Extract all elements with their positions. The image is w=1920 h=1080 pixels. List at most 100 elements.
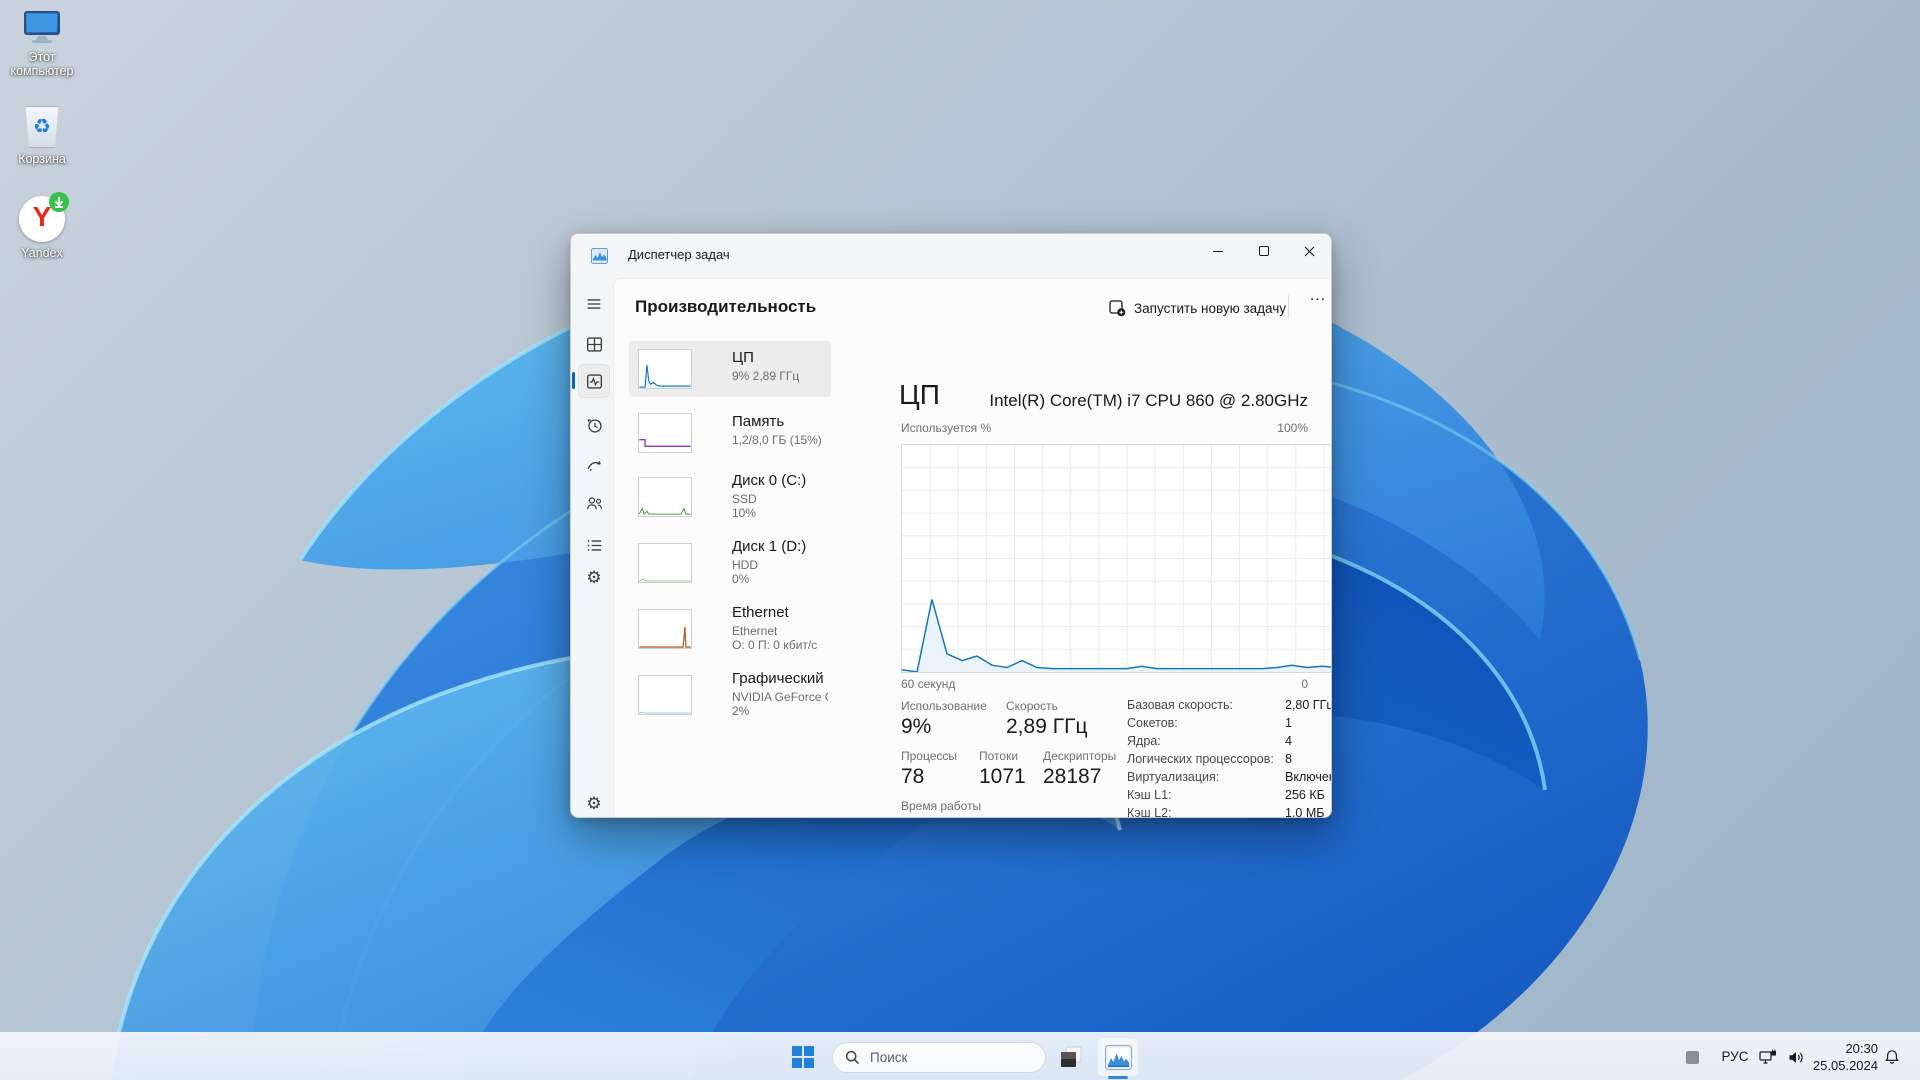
notifications-button[interactable] xyxy=(1882,1048,1902,1066)
disk0-thumbnail xyxy=(638,477,692,517)
taskbar-task-manager-button[interactable] xyxy=(1097,1037,1139,1077)
stat-label: Скорость xyxy=(1006,699,1058,713)
network-ethernet-icon xyxy=(1759,1049,1776,1064)
stat-label: Дескрипторы xyxy=(1043,749,1117,763)
stat-value-processes: 78 xyxy=(901,765,925,788)
spec-value: Включено xyxy=(1285,770,1331,784)
spec-label: Кэш L2: xyxy=(1127,806,1172,818)
settings-button[interactable]: ⚙ xyxy=(584,794,604,814)
desktop-icon-this-pc[interactable]: Этот компьютер xyxy=(0,10,84,78)
stat-label: Использование xyxy=(901,699,987,713)
spec-value: 2,80 ГГц xyxy=(1285,698,1332,712)
stat-value-threads: 1071 xyxy=(979,765,1026,788)
cpu-usage-graph[interactable] xyxy=(901,444,1332,673)
memory-mini-graph xyxy=(639,438,691,447)
desktop-icon-label: Этот компьютер xyxy=(10,50,74,78)
disk0-mini-graph xyxy=(639,507,691,516)
nav-performance[interactable] xyxy=(584,371,604,391)
volume-tray-button[interactable] xyxy=(1786,1048,1806,1066)
graph-y-axis-label: Используется % xyxy=(901,421,992,435)
perf-item-sub: Ethernet xyxy=(732,624,778,638)
stat-label: Процессы xyxy=(901,749,958,763)
stat-value-uptime: 0:00:01:13 xyxy=(901,815,996,817)
stat-label: Время работы xyxy=(901,799,982,813)
nav-details[interactable] xyxy=(584,535,604,555)
task-manager-taskbar-icon xyxy=(1104,1044,1132,1070)
desktop-icon-label: Корзина xyxy=(18,152,66,166)
nav-users[interactable] xyxy=(584,493,604,513)
gray-square-icon xyxy=(1685,1050,1699,1064)
clock-time: 20:30 xyxy=(1845,1041,1878,1056)
spec-label: Кэш L1: xyxy=(1127,788,1172,802)
desktop-icon-recycle-bin[interactable]: ♻ Корзина xyxy=(0,106,84,166)
nav-processes[interactable] xyxy=(584,334,604,354)
perf-item-name: Диск 1 (D:) xyxy=(732,538,807,555)
processes-icon xyxy=(586,336,602,352)
taskbar-clock[interactable]: 20:30 25.05.2024 xyxy=(1813,1040,1878,1074)
run-new-task-label: Запустить новую задачу xyxy=(1134,300,1287,316)
desktop-icon-label: Yandex xyxy=(21,246,63,260)
header-separator xyxy=(1288,295,1289,319)
nav-menu-button[interactable] xyxy=(584,294,604,314)
minimize-icon xyxy=(1213,250,1223,252)
graph-max-label: 100% xyxy=(1277,421,1308,435)
more-options-button[interactable]: ... xyxy=(1300,287,1331,305)
spec-value: 4 xyxy=(1285,734,1292,748)
spec-value: 8 xyxy=(1285,752,1292,766)
perf-item-sub: 9% 2,89 ГГц xyxy=(732,369,800,383)
gpu-mini-graph xyxy=(639,711,691,714)
stat-value-handles: 28187 xyxy=(1043,765,1102,788)
perf-item-name: Память xyxy=(732,413,785,430)
start-button[interactable] xyxy=(789,1044,817,1070)
close-button[interactable] xyxy=(1287,234,1331,268)
stat-value-speed: 2,89 ГГц xyxy=(1006,715,1088,738)
download-badge-icon xyxy=(49,192,69,212)
yandex-icon: Y xyxy=(19,192,69,242)
language-indicator[interactable]: РУС xyxy=(1715,1049,1755,1064)
maximize-button[interactable] xyxy=(1241,234,1287,268)
perf-item-sub2: 0% xyxy=(732,572,750,586)
spec-value: 256 КБ xyxy=(1285,788,1325,802)
nav-app-history[interactable] xyxy=(584,415,604,435)
taskbar-search[interactable]: Поиск xyxy=(832,1042,1046,1073)
startup-icon xyxy=(587,460,601,471)
graph-x-right-label: 0 xyxy=(1301,677,1308,691)
services-gear-icon: ⚙ xyxy=(586,567,602,588)
perf-item-cpu[interactable]: ЦП 9% 2,89 ГГц xyxy=(629,341,831,397)
desktop-icon-yandex[interactable]: Y Yandex xyxy=(0,192,84,260)
taskbar: Поиск РУС 20:30 25.05.2024 xyxy=(0,1032,1920,1080)
cpu-full-name: Intel(R) Core(TM) i7 CPU 860 @ 2.80GHz xyxy=(989,391,1308,410)
this-pc-icon xyxy=(24,11,60,43)
perf-item-gpu[interactable]: Графический про NVIDIA GeForce GTX 660 2… xyxy=(629,664,831,726)
spec-value: 1,0 МБ xyxy=(1285,806,1325,818)
performance-icon xyxy=(586,373,602,389)
language-label: РУС xyxy=(1721,1049,1749,1064)
perf-item-sub: NVIDIA GeForce GTX 660 xyxy=(732,690,828,704)
network-tray-button[interactable] xyxy=(1758,1048,1778,1066)
perf-item-disk1[interactable]: Диск 1 (D:) HDD 0% xyxy=(629,532,831,594)
run-new-task-button[interactable]: Запустить новую задачу xyxy=(1109,296,1286,320)
tray-app-icon[interactable] xyxy=(1685,1050,1699,1064)
page-title: Производительность xyxy=(635,297,817,316)
nav-services[interactable]: ⚙ xyxy=(584,568,604,588)
perf-item-sub2: О: 0 П: 0 кбит/с xyxy=(732,638,818,652)
perf-item-sub2: 2% xyxy=(732,704,750,718)
recycle-arrows-glyph: ♻ xyxy=(33,116,51,138)
perf-item-disk0[interactable]: Диск 0 (C:) SSD 10% xyxy=(629,466,831,528)
minimize-button[interactable] xyxy=(1195,234,1241,268)
desktop: Этот компьютер ♻ Корзина Y Yandex Диспет… xyxy=(0,0,1920,1080)
taskbar-app-button[interactable] xyxy=(1056,1042,1086,1072)
content-card: Производительность Запустить новую задач… xyxy=(613,278,1331,817)
perf-item-name: Графический про xyxy=(732,670,828,687)
perf-item-memory[interactable]: Память 1,2/8,0 ГБ (15%) xyxy=(629,405,831,461)
cpu-mini-graph xyxy=(639,365,691,388)
perf-item-ethernet[interactable]: Ethernet Ethernet О: 0 П: 0 кбит/с xyxy=(629,598,831,660)
perf-item-name: ЦП xyxy=(732,349,754,366)
nav-startup-apps[interactable] xyxy=(584,455,604,475)
spec-label: Виртуализация: xyxy=(1127,770,1220,784)
task-manager-window: Диспетчер задач ⚙ ⚙ Производительность З… xyxy=(570,233,1332,818)
perf-item-sub2: 10% xyxy=(732,506,757,520)
settings-gear-icon: ⚙ xyxy=(586,793,602,814)
perf-item-sub: 1,2/8,0 ГБ (15%) xyxy=(732,433,822,447)
spec-label: Логических процессоров: xyxy=(1127,752,1274,766)
